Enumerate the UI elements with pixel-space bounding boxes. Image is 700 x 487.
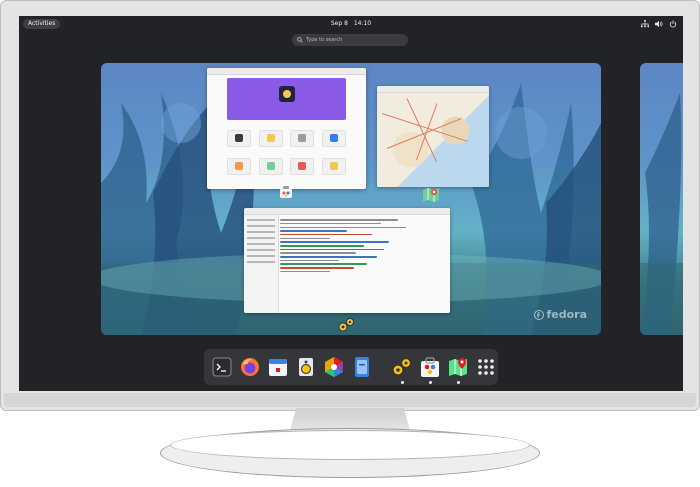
speaker-icon bbox=[299, 358, 313, 376]
network-icon bbox=[641, 20, 649, 28]
calendar-icon bbox=[269, 359, 287, 376]
search-bar[interactable] bbox=[292, 34, 408, 46]
app-tiles-row-2 bbox=[227, 158, 346, 175]
clock[interactable]: Sep 8 14:10 bbox=[19, 19, 683, 29]
workspace-preview-next[interactable] bbox=[640, 63, 683, 335]
app-tile[interactable] bbox=[290, 158, 315, 175]
tree-row[interactable] bbox=[247, 261, 275, 263]
search-input[interactable] bbox=[306, 37, 396, 43]
tree-row[interactable] bbox=[247, 231, 275, 233]
map-view[interactable] bbox=[377, 93, 489, 187]
code-editor[interactable] bbox=[280, 217, 448, 311]
dock-rhythmbox[interactable] bbox=[295, 356, 317, 379]
maps-window-icon bbox=[423, 188, 439, 202]
search-icon bbox=[297, 37, 303, 43]
code-line bbox=[280, 237, 331, 240]
fedora-watermark: fedora bbox=[534, 308, 587, 321]
code-line bbox=[280, 230, 348, 232]
tree-row[interactable] bbox=[247, 249, 275, 251]
terminal-icon bbox=[212, 357, 232, 377]
dock-software[interactable] bbox=[419, 356, 441, 384]
dock-maps[interactable] bbox=[447, 356, 469, 384]
photos-icon bbox=[325, 357, 343, 377]
builder-window-icon bbox=[338, 318, 354, 332]
maps-icon bbox=[449, 358, 467, 376]
system-tray[interactable] bbox=[641, 19, 677, 29]
tree-row[interactable] bbox=[247, 237, 275, 239]
maps-titlebar[interactable] bbox=[377, 86, 489, 93]
volume-icon bbox=[655, 20, 663, 28]
dock-app-grid[interactable] bbox=[475, 356, 497, 379]
dock-firefox[interactable] bbox=[239, 356, 261, 379]
file-tree[interactable] bbox=[244, 215, 279, 313]
clock-time: 14:10 bbox=[353, 20, 372, 27]
software-window-icon bbox=[280, 186, 292, 198]
code-line bbox=[280, 259, 339, 262]
app-tile[interactable] bbox=[227, 130, 251, 147]
code-line bbox=[280, 252, 356, 254]
firefox-icon bbox=[241, 358, 259, 376]
top-bar: Activities Sep 8 14:10 bbox=[19, 16, 683, 32]
code-line bbox=[280, 222, 381, 225]
app-tile[interactable] bbox=[227, 158, 251, 175]
maps-window[interactable] bbox=[377, 86, 489, 187]
dash-dock bbox=[204, 349, 498, 385]
workspace-preview-active[interactable]: fedora bbox=[101, 63, 601, 335]
software-window[interactable] bbox=[207, 68, 366, 189]
code-line bbox=[280, 245, 364, 247]
tree-row[interactable] bbox=[247, 255, 275, 257]
power-icon bbox=[669, 20, 677, 28]
app-grid-icon bbox=[478, 359, 494, 375]
wallpaper-forest bbox=[640, 93, 683, 335]
files-icon bbox=[355, 357, 369, 377]
featured-app-icon bbox=[279, 86, 295, 102]
dock-calendar[interactable] bbox=[267, 356, 289, 379]
dock-builder[interactable] bbox=[391, 356, 413, 384]
builder-titlebar[interactable] bbox=[244, 208, 450, 215]
running-indicator bbox=[401, 380, 404, 384]
software-titlebar[interactable] bbox=[207, 68, 366, 75]
tree-row[interactable] bbox=[247, 243, 275, 245]
monitor-stand-base-top bbox=[170, 430, 530, 460]
app-tiles-row-1 bbox=[227, 130, 346, 147]
clock-date: Sep 8 bbox=[330, 20, 348, 27]
tree-row[interactable] bbox=[247, 225, 275, 227]
code-line bbox=[280, 226, 406, 229]
monitor-chin bbox=[4, 393, 696, 407]
code-line bbox=[280, 219, 398, 221]
running-indicator bbox=[429, 380, 432, 384]
code-line bbox=[280, 256, 378, 258]
code-line bbox=[280, 241, 390, 243]
code-line bbox=[280, 248, 385, 251]
code-line bbox=[280, 233, 373, 236]
builder-icon bbox=[392, 357, 412, 376]
app-tile[interactable] bbox=[321, 158, 346, 175]
screen: Activities Sep 8 14:10 Type to search fe… bbox=[19, 16, 683, 391]
app-tile[interactable] bbox=[258, 158, 283, 175]
featured-banner[interactable] bbox=[227, 78, 346, 120]
monitor-frame: Activities Sep 8 14:10 Type to search fe… bbox=[0, 0, 700, 411]
tree-row[interactable] bbox=[247, 219, 275, 221]
dock-photos[interactable] bbox=[323, 356, 345, 379]
app-tile[interactable] bbox=[290, 130, 315, 147]
code-line bbox=[280, 270, 331, 273]
app-tile[interactable] bbox=[258, 130, 283, 147]
builder-window[interactable] bbox=[244, 208, 450, 313]
software-icon bbox=[421, 357, 439, 377]
fedora-wordmark: fedora bbox=[546, 308, 587, 321]
fedora-logo-icon bbox=[534, 309, 545, 320]
code-line bbox=[280, 267, 354, 269]
app-tile[interactable] bbox=[321, 130, 346, 147]
running-indicator bbox=[457, 380, 460, 384]
code-line bbox=[280, 263, 368, 265]
dock-files[interactable] bbox=[351, 356, 373, 379]
dock-terminal[interactable] bbox=[211, 356, 233, 379]
map-road bbox=[416, 103, 438, 161]
